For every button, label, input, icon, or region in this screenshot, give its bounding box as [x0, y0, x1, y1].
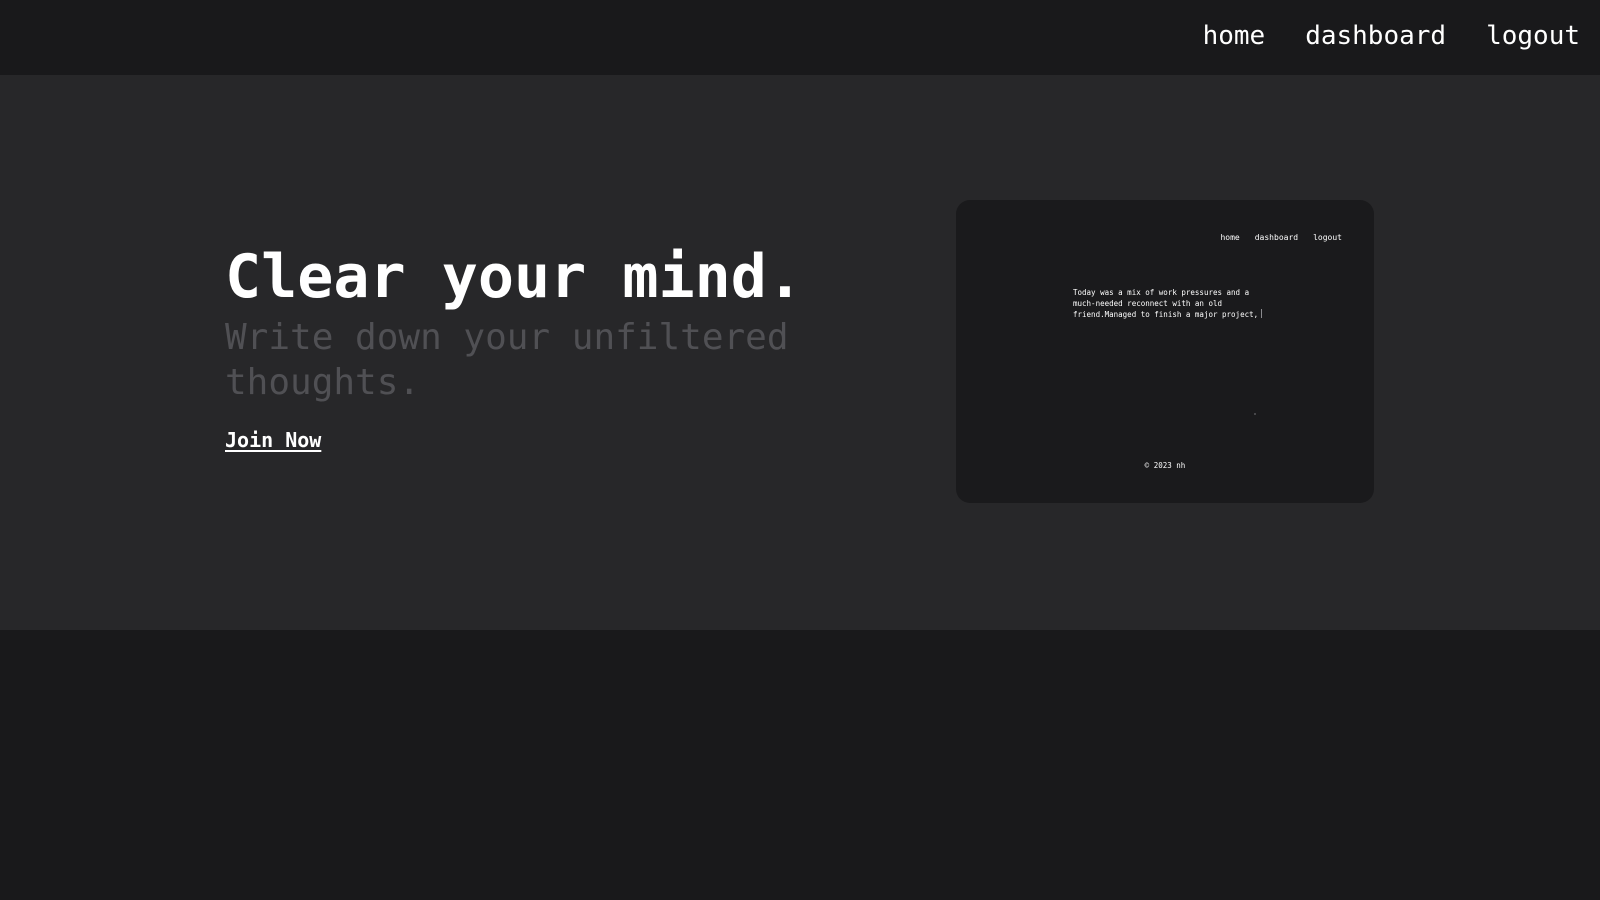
top-navbar: home dashboard logout: [0, 0, 1600, 75]
hero-text-block: Clear your mind. Write down your unfilte…: [225, 245, 865, 453]
nav-home-link[interactable]: home: [1203, 18, 1266, 54]
nav-logout-link[interactable]: logout: [1486, 18, 1580, 54]
text-caret-icon: [1261, 309, 1263, 318]
app-preview-screenshot: home dashboard logout Today was a mix of…: [956, 200, 1374, 503]
hero-headline: Clear your mind.: [225, 242, 803, 312]
join-now-link[interactable]: Join Now: [225, 427, 321, 453]
preview-journal-entry: Today was a mix of work pressures and a …: [1073, 287, 1273, 320]
preview-nav-home: home: [1220, 233, 1240, 242]
preview-entry-line: much-needed reconnect with an old: [1073, 298, 1273, 309]
preview-entry-line-text: much-needed reconnect with an old: [1073, 299, 1223, 308]
preview-nav-logout: logout: [1313, 233, 1342, 242]
preview-entry-line: Today was a mix of work pressures and a: [1073, 288, 1250, 297]
preview-entry-line-text: friend.Managed to finish a major project…: [1073, 310, 1259, 319]
preview-footer: © 2023 nh: [1144, 461, 1186, 470]
preview-nav-dashboard: dashboard: [1254, 233, 1299, 242]
hero-subheadline: Write down your unfiltered thoughts.: [225, 317, 789, 403]
hero-section: Clear your mind. Write down your unfilte…: [0, 75, 1600, 630]
nav-dashboard-link[interactable]: dashboard: [1305, 18, 1446, 54]
preview-dot-decoration: [1254, 413, 1256, 415]
preview-entry-line: friend.Managed to finish a major project…: [1073, 309, 1273, 320]
preview-nav: home dashboard logout: [1220, 232, 1342, 244]
main-nav: home dashboard logout: [1203, 18, 1580, 54]
